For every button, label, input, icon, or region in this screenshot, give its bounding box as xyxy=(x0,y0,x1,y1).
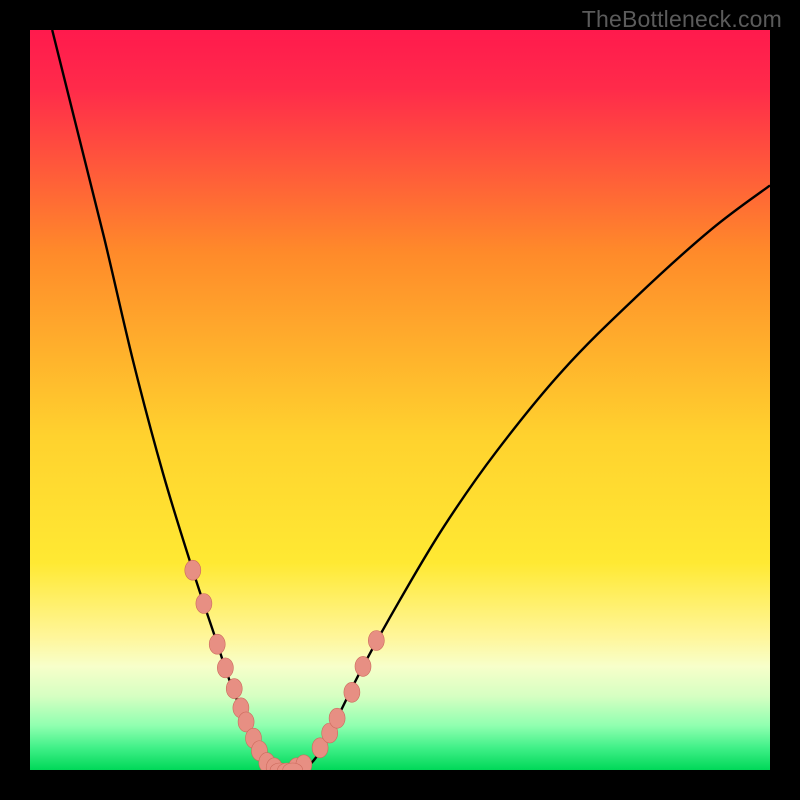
data-marker xyxy=(209,634,225,654)
data-marker xyxy=(185,560,201,580)
data-marker xyxy=(344,682,360,702)
plot-area xyxy=(30,30,770,770)
watermark-text: TheBottleneck.com xyxy=(582,6,782,33)
bottleneck-curve xyxy=(30,30,770,770)
data-marker xyxy=(355,656,371,676)
curve-left xyxy=(52,30,274,770)
data-markers xyxy=(185,560,385,770)
chart-frame: TheBottleneck.com xyxy=(0,0,800,800)
data-marker xyxy=(329,708,345,728)
curve-right xyxy=(304,185,770,770)
data-marker xyxy=(217,658,233,678)
data-marker xyxy=(196,594,212,614)
data-marker xyxy=(226,679,242,699)
data-marker xyxy=(368,631,384,651)
